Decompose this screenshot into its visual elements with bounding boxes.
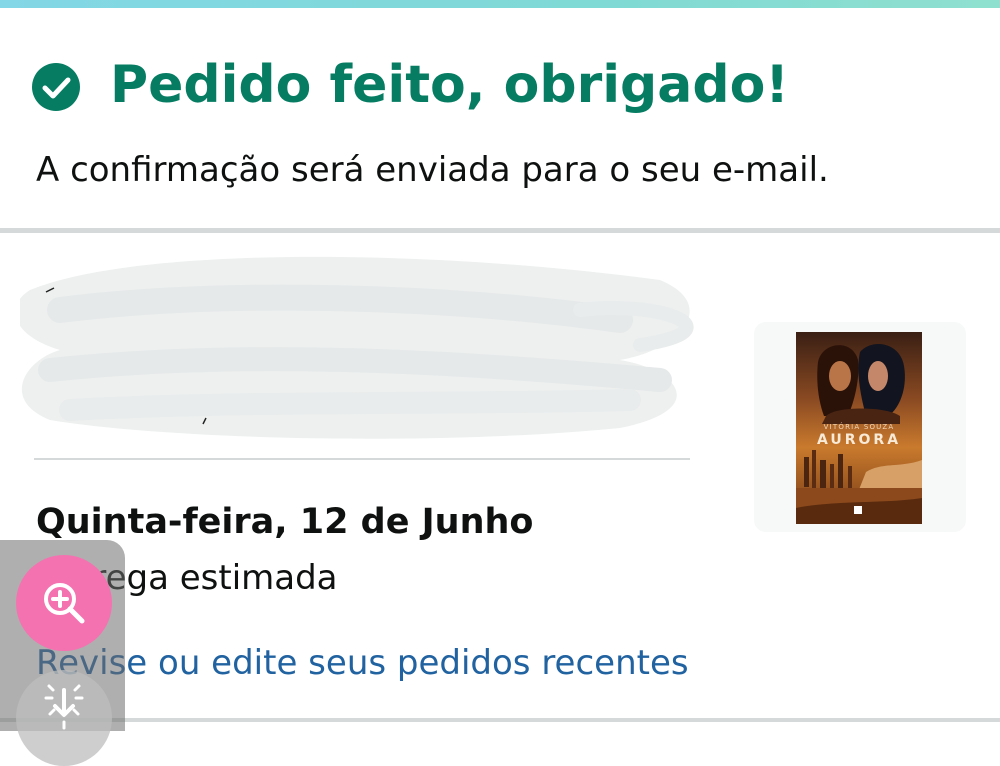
zoom-in-button[interactable] xyxy=(16,555,112,651)
estimated-delivery-date: Quinta-feira, 12 de Junho xyxy=(36,502,534,542)
section-divider xyxy=(0,228,1000,233)
top-accent-strip xyxy=(0,0,1000,8)
product-thumbnail-tile[interactable]: VITÓRIA SOUZA AURORA xyxy=(754,322,966,532)
bottom-divider xyxy=(0,718,1000,722)
check-circle-icon xyxy=(32,63,80,111)
book-cover-image[interactable]: VITÓRIA SOUZA AURORA xyxy=(796,332,922,524)
confirmation-subtitle: A confirmação será enviada para o seu e-… xyxy=(36,150,829,190)
redacted-shipping-address xyxy=(20,250,700,440)
zoom-in-icon xyxy=(44,583,85,624)
download-icon xyxy=(44,684,84,730)
confirmation-title: Pedido feito, obrigado! xyxy=(110,55,790,115)
cover-title-text: AURORA xyxy=(817,432,901,448)
review-orders-link[interactable]: Revise ou edite seus pedidos recentes xyxy=(36,641,689,685)
address-divider xyxy=(34,458,690,460)
order-confirmation-section: Pedido feito, obrigado! A confirmação se… xyxy=(0,8,1000,228)
download-button[interactable] xyxy=(16,670,112,766)
cover-author-text: VITÓRIA SOUZA xyxy=(824,422,895,431)
